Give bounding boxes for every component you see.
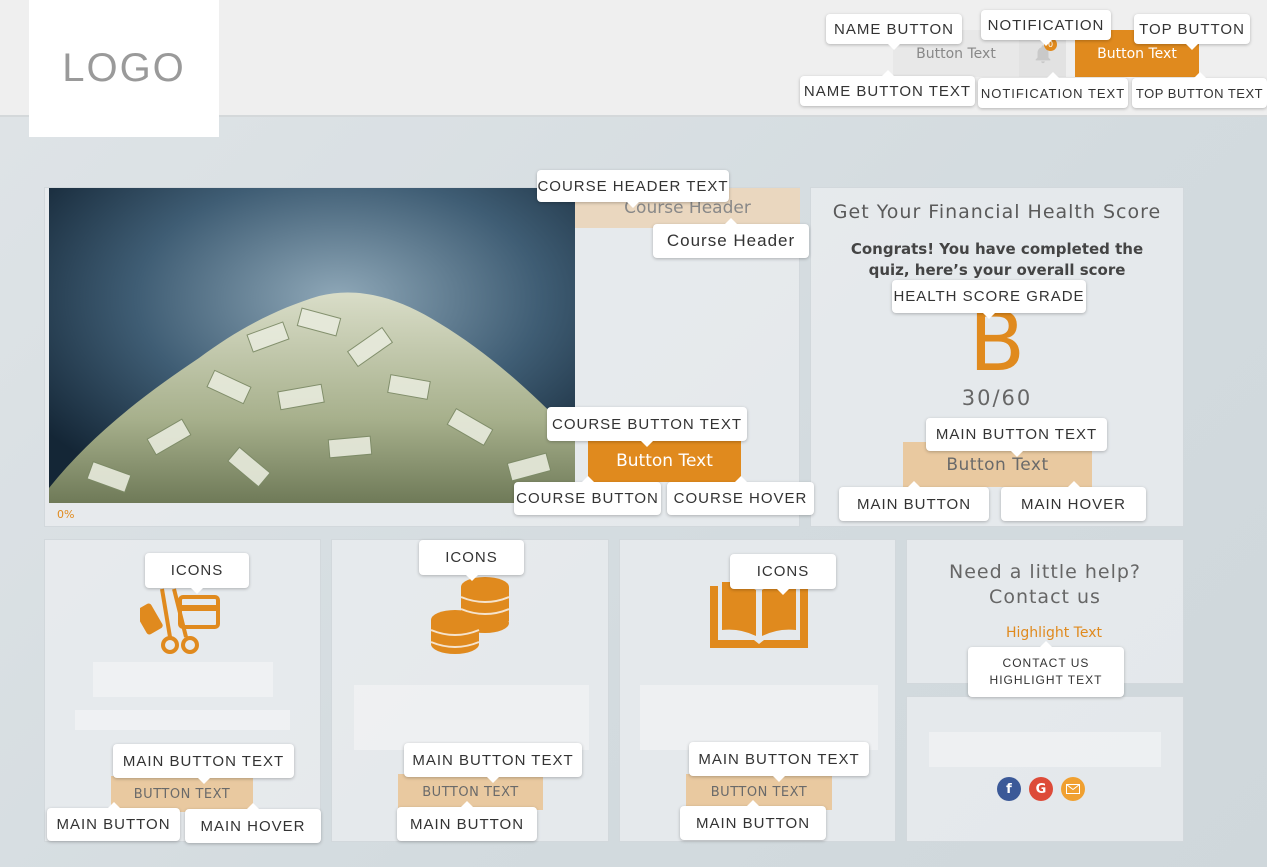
callout-icons: ICONS — [419, 540, 524, 581]
score-message: Congrats! You have completed the quiz, h… — [850, 240, 1144, 279]
callout-top-button: TOP BUTTON — [1134, 14, 1250, 50]
callout-main-button: MAIN BUTTON — [680, 800, 826, 840]
callout-top-button-text: TOP BUTTON TEXT — [1132, 72, 1267, 108]
callout-name-button-text: NAME BUTTON TEXT — [800, 70, 975, 106]
callout-notification: NOTIFICATION — [981, 10, 1111, 46]
callout-main-hover: MAIN HOVER — [185, 803, 321, 843]
callout-health-score-grade: HEALTH SCORE GRADE — [892, 280, 1086, 319]
help-title: Need a little help? Contact us — [907, 560, 1183, 610]
logo[interactable]: LOGO — [29, 0, 219, 137]
beauty-shopping-icon — [135, 585, 220, 661]
card-placeholder — [75, 710, 290, 730]
callout-main-button: MAIN BUTTON — [47, 802, 180, 841]
score-panel: Get Your Financial Health Score Congrats… — [810, 187, 1184, 527]
social-panel: f G — [906, 696, 1184, 842]
callout-main-hover: MAIN HOVER — [1001, 481, 1146, 521]
callout-main-button: MAIN BUTTON — [397, 801, 537, 841]
course-button[interactable]: Button Text — [588, 440, 741, 482]
card-2: BUTTON TEXT — [331, 539, 609, 842]
card-placeholder — [929, 732, 1161, 767]
card-main-button[interactable]: BUTTON TEXT — [111, 776, 253, 812]
progress-percent: 0% — [57, 508, 75, 521]
callout-notification-text: NOTIFICATION TEXT — [978, 72, 1128, 108]
card-placeholder — [640, 685, 878, 750]
google-icon[interactable]: G — [1029, 777, 1053, 801]
callout-course-button: COURSE BUTTON — [514, 476, 661, 515]
card-placeholder — [93, 662, 273, 697]
score-title: Get Your Financial Health Score — [832, 201, 1162, 223]
coins-icon — [429, 572, 513, 658]
highlight-text[interactable]: Highlight Text — [907, 625, 1201, 641]
callout-course-header-text: COURSE HEADER TEXT — [537, 170, 729, 208]
callout-icons: ICONS — [145, 553, 249, 594]
email-icon[interactable] — [1061, 777, 1085, 801]
callout-course-button-text: COURSE BUTTON TEXT — [547, 407, 747, 447]
callout-main-button-text: MAIN BUTTON TEXT — [689, 742, 869, 782]
book-icon — [710, 581, 808, 652]
callout-course-header: Course Header — [653, 218, 809, 258]
help-title-line1: Need a little help? — [949, 561, 1141, 583]
callout-main-button-text: MAIN BUTTON TEXT — [113, 744, 294, 784]
card-placeholder — [354, 685, 589, 750]
callout-course-hover: COURSE HOVER — [667, 476, 814, 515]
callout-contact-us-highlight-text: CONTACT US HIGHLIGHT TEXT — [968, 641, 1124, 697]
callout-main-button-text: MAIN BUTTON TEXT — [404, 743, 582, 783]
facebook-icon[interactable]: f — [997, 777, 1021, 801]
callout-main-button-text: MAIN BUTTON TEXT — [926, 418, 1107, 457]
course-image — [49, 188, 575, 503]
callout-main-button: MAIN BUTTON — [839, 481, 989, 521]
card-main-button[interactable]: BUTTON TEXT — [686, 774, 832, 810]
callout-name-button: NAME BUTTON — [826, 14, 962, 50]
score-points: 30/60 — [961, 386, 1033, 410]
callout-icons: ICONS — [730, 554, 836, 595]
help-title-line2: Contact us — [989, 586, 1101, 608]
